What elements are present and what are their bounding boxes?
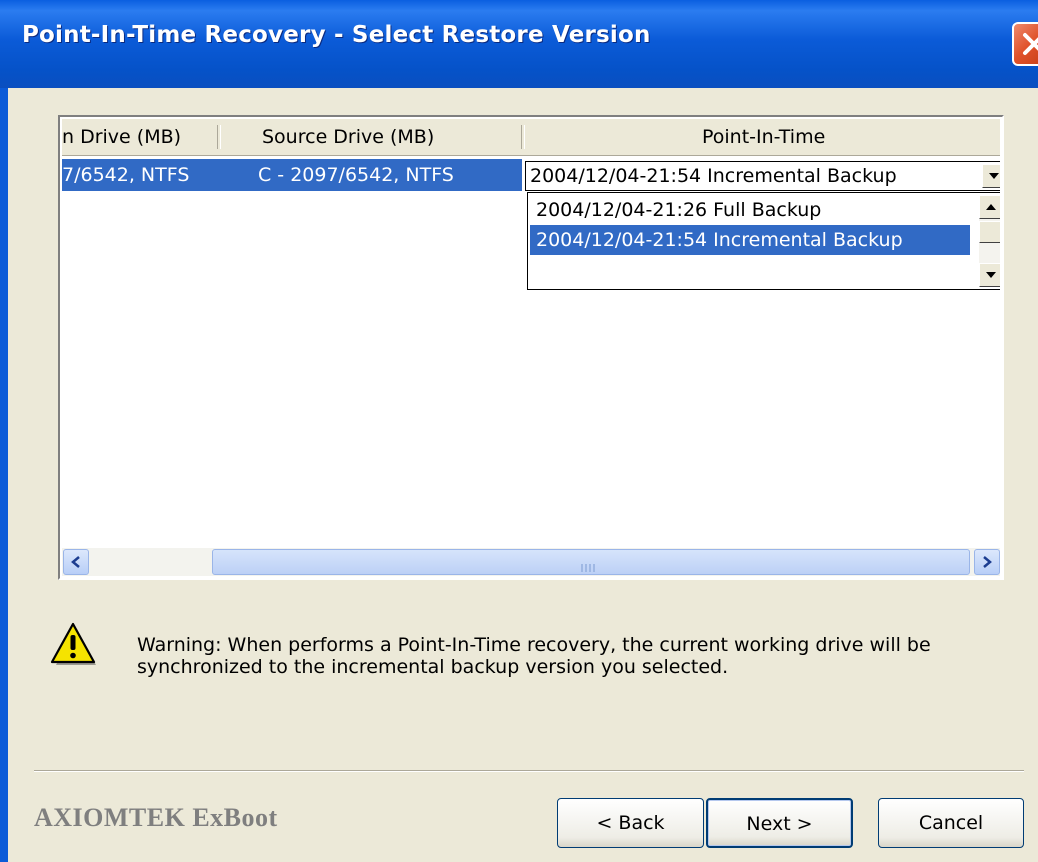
warning-message: Warning: When performs a Point-In-Time r… <box>137 634 931 678</box>
arrow-down-icon <box>986 272 996 278</box>
scroll-up-button[interactable] <box>979 195 1000 219</box>
restore-version-list[interactable]: n Drive (MB) Source Drive (MB) Point-In-… <box>58 115 1004 580</box>
back-button[interactable]: < Back <box>557 798 704 848</box>
horizontal-scrollbar[interactable] <box>62 548 1000 576</box>
arrow-up-icon <box>986 204 996 210</box>
warning-icon <box>50 622 96 665</box>
dropdown-option-full-backup[interactable]: 2004/12/04-21:26 Full Backup <box>530 195 970 225</box>
table-row[interactable]: 7/6542, NTFS C - 2097/6542, NTFS <box>62 159 522 191</box>
window-title: Point-In-Time Recovery - Select Restore … <box>22 22 651 48</box>
point-in-time-value: 2004/12/04-21:54 Incremental Backup <box>530 165 897 187</box>
chevron-down-icon <box>989 173 999 179</box>
point-in-time-select[interactable]: 2004/12/04-21:54 Incremental Backup <box>525 161 1000 191</box>
dropdown-option-incremental-backup[interactable]: 2004/12/04-21:54 Incremental Backup <box>530 225 970 255</box>
cancel-button[interactable]: Cancel <box>878 798 1024 848</box>
brand-logo: AXIOMTEK ExBoot <box>34 803 278 832</box>
column-divider[interactable] <box>521 125 525 149</box>
column-divider[interactable] <box>217 125 221 149</box>
scroll-left-button[interactable] <box>63 549 89 575</box>
cell-source-drive: C - 2097/6542, NTFS <box>258 164 454 186</box>
footer-divider <box>34 770 1024 772</box>
scroll-grip <box>581 559 601 572</box>
scroll-thumb[interactable] <box>212 549 970 575</box>
title-bar: Point-In-Time Recovery - Select Restore … <box>0 0 1038 88</box>
point-in-time-dropdown: 2004/12/04-21:26 Full Backup 2004/12/04-… <box>527 192 1000 290</box>
arrow-right-icon <box>983 556 992 568</box>
close-icon <box>1023 33 1038 55</box>
scroll-right-button[interactable] <box>974 549 1000 575</box>
next-button[interactable]: Next > <box>706 798 853 848</box>
close-button[interactable] <box>1012 22 1038 66</box>
list-header: n Drive (MB) Source Drive (MB) Point-In-… <box>62 119 1000 156</box>
dropdown-button[interactable] <box>982 164 1000 188</box>
cell-target-drive: 7/6542, NTFS <box>62 164 190 186</box>
scroll-down-button[interactable] <box>979 263 1000 287</box>
window-frame-left <box>0 88 8 862</box>
column-header-target-drive[interactable]: n Drive (MB) <box>62 119 212 155</box>
dropdown-scrollbar[interactable] <box>979 195 1000 287</box>
column-header-point-in-time[interactable]: Point-In-Time <box>702 119 902 155</box>
scroll-thumb[interactable] <box>979 221 1000 243</box>
arrow-left-icon <box>71 556 80 568</box>
column-header-source-drive[interactable]: Source Drive (MB) <box>262 119 492 155</box>
